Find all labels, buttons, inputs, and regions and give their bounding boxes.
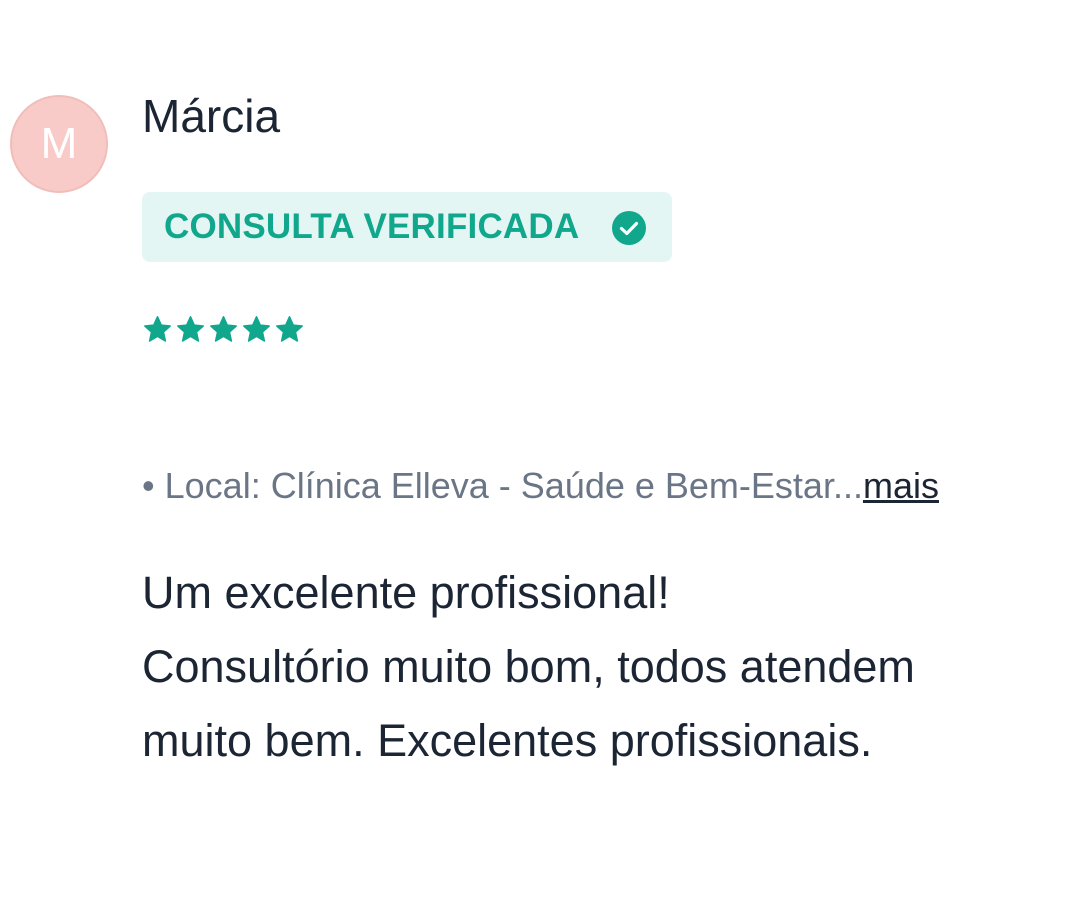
star-icon [243,316,270,342]
star-icon [276,316,303,342]
review-text-line: Um excelente profissional! [142,567,670,618]
check-circle-icon [612,211,646,245]
author-name: Márcia [142,90,281,142]
more-link[interactable]: mais [863,465,939,506]
location-bullet: • [142,465,155,506]
verified-badge: CONSULTA VERIFICADA [142,192,672,262]
star-icon [177,316,204,342]
location-line: • Local: Clínica Elleva - Saúde e Bem-Es… [142,464,939,508]
avatar: M [10,95,108,193]
review-text-line: muito bem. Excelentes profissionais. [142,715,873,766]
review-text: Um excelente profissional! Consultório m… [142,556,1042,778]
review-text-line: Consultório muito bom, todos atendem [142,641,915,692]
location-text: Local: Clínica Elleva - Saúde e Bem-Esta… [164,465,863,506]
review-card: M Márcia CONSULTA VERIFICADA • Local: Cl… [0,0,1080,900]
verified-badge-label: CONSULTA VERIFICADA [164,207,580,246]
star-icon [210,316,237,342]
star-rating [142,314,305,345]
star-icon [144,316,171,342]
